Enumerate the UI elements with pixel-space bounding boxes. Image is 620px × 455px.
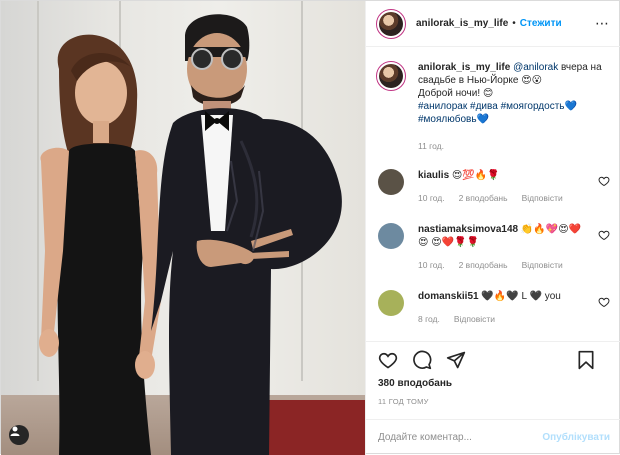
hashtag-link[interactable]: #дива [470,101,498,112]
comment-like-heart-icon[interactable] [598,296,610,308]
post-header: anilorak_is_my_life • Стежити ⋯ [366,1,620,47]
commenter-avatar[interactable] [378,290,404,316]
save-bookmark-icon[interactable] [576,350,596,370]
comment-age[interactable]: 10 год. [418,259,445,272]
commenter-avatar[interactable] [378,169,404,195]
comment-item: domanskii51 🖤🔥🖤 L 🖤 you 8 год. Відповіст… [376,290,612,326]
post-actions: 380 вподобань 11 ГОД ТОМУ [366,341,620,419]
hashtag-link[interactable]: #анилорак [418,101,467,112]
caption-username[interactable]: anilorak_is_my_life [418,62,510,73]
instagram-post-window: anilorak_is_my_life • Стежити ⋯ anilorak… [0,0,620,455]
author-username[interactable]: anilorak_is_my_life [416,18,508,29]
man-figure [151,14,342,455]
post-comment-button[interactable]: Опублікувати [542,432,610,443]
comment-like-heart-icon[interactable] [598,229,610,241]
comment-like-heart-icon[interactable] [598,175,610,187]
commenter-username[interactable]: kiaulis [418,170,449,181]
post-side-panel: anilorak_is_my_life • Стежити ⋯ anilorak… [365,1,620,455]
comment-likes[interactable]: 2 вподобань [459,259,508,272]
post-photo[interactable] [1,1,365,455]
comment-item: kiaulis 😍💯🔥🌹 10 год. 2 вподобань Відпові… [376,169,612,205]
comment-likes[interactable]: 2 вподобань [459,192,508,205]
comment-text: 😍💯🔥🌹 [451,170,500,181]
comment-text: 🖤🔥🖤 L 🖤 you [481,291,561,302]
comment-bubble-icon[interactable] [412,350,432,370]
reply-button[interactable]: Відповісти [454,313,495,326]
separator-dot: • [512,18,516,29]
caption-text-2: Доброй ночи! 😊 [418,88,494,99]
caption-mention[interactable]: @anilorak [513,62,558,73]
add-comment-bar: Опублікувати [366,419,620,455]
post-caption: anilorak_is_my_life @anilorak вчера на с… [376,47,612,153]
share-send-icon[interactable] [446,350,466,370]
post-timestamp[interactable]: 11 ГОД ТОМУ [378,397,610,406]
commenter-username[interactable]: domanskii51 [418,291,479,302]
commenter-avatar[interactable] [378,223,404,249]
commenter-username[interactable]: nastiamaksimova148 [418,224,518,235]
caption-avatar[interactable] [376,61,406,91]
more-options-icon[interactable]: ⋯ [595,15,610,32]
comment-input[interactable] [378,432,543,443]
user-tag-icon[interactable] [9,425,29,445]
like-count[interactable]: 380 вподобань [378,378,610,389]
comment-age[interactable]: 10 год. [418,192,445,205]
photo-people [39,14,342,455]
woman-figure [39,34,161,455]
follow-button[interactable]: Стежити [520,18,562,29]
comment-age[interactable]: 8 год. [418,313,440,326]
like-heart-icon[interactable] [378,350,398,370]
hashtag-link[interactable]: #моягордость💙 [501,101,577,112]
comment-item: nastiamaksimova148 👏🔥💖😍❤️😍 😍❤️🌹🌹 10 год.… [376,223,612,272]
reply-button[interactable]: Відповісти [522,259,563,272]
caption-age[interactable]: 11 год. [418,140,444,153]
hashtag-link[interactable]: #моялюбовь💙 [418,114,489,125]
author-avatar[interactable] [376,8,406,39]
comments-section[interactable]: anilorak_is_my_life @anilorak вчера на с… [366,47,620,341]
reply-button[interactable]: Відповісти [522,192,563,205]
